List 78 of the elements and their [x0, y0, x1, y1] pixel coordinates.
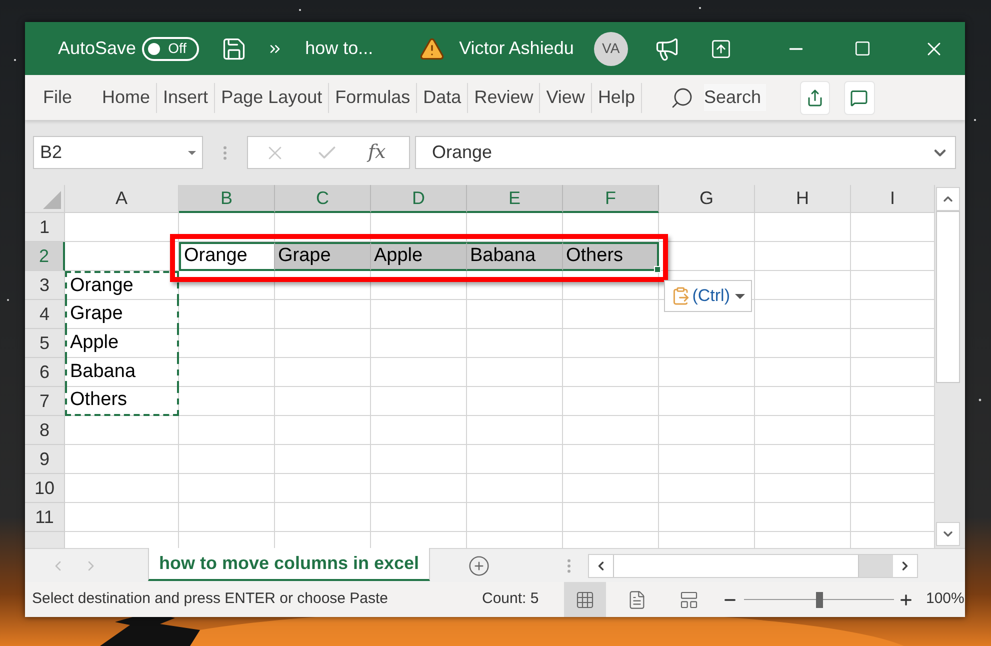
table-cell[interactable]: Apple — [65, 329, 179, 358]
comment-icon — [850, 88, 868, 106]
row-header[interactable]: 10 — [25, 474, 65, 503]
zoom-thumb[interactable] — [816, 592, 823, 608]
column-header[interactable]: B — [179, 185, 275, 213]
column-header[interactable]: D — [371, 185, 467, 213]
row-header[interactable]: 11 — [25, 503, 65, 532]
grid-icon — [575, 590, 595, 610]
column-header[interactable]: F — [563, 185, 659, 213]
comments-button[interactable] — [844, 80, 875, 114]
scroll-up-button[interactable] — [936, 187, 960, 211]
formula-field[interactable]: Orange — [415, 136, 956, 169]
table-cell[interactable]: Apple — [371, 242, 467, 271]
row-header[interactable]: 4 — [25, 300, 65, 329]
ribbon-tab[interactable]: File — [37, 84, 78, 111]
search-field[interactable]: Search — [704, 84, 766, 111]
zoom-in-icon[interactable] — [898, 592, 914, 608]
share-button[interactable] — [800, 80, 830, 114]
search-icon — [670, 86, 694, 110]
autosave-toggle[interactable]: Off — [142, 36, 200, 60]
page-break-icon — [679, 590, 699, 610]
table-cell[interactable]: Babana — [467, 242, 563, 271]
row-header[interactable]: 1 — [25, 213, 65, 242]
sheet-tab[interactable]: how to move columns in excel — [148, 548, 430, 581]
row-header[interactable]: 2 — [25, 242, 65, 271]
ribbon-tab[interactable]: Help — [592, 84, 641, 111]
save-icon[interactable] — [221, 36, 248, 62]
warning-icon — [419, 36, 446, 62]
table-cell[interactable]: Grape — [65, 300, 179, 329]
count-label: Count: 5 — [482, 590, 539, 608]
fill-handle[interactable] — [654, 266, 661, 273]
horizontal-scrollbar[interactable] — [588, 554, 918, 578]
ribbon-tab[interactable]: Page Layout — [215, 84, 328, 111]
row-header[interactable]: 8 — [25, 416, 65, 445]
user-avatar[interactable]: VA — [594, 32, 628, 66]
table-cell[interactable]: Orange — [65, 271, 179, 300]
ribbon-tab[interactable]: Home — [96, 84, 156, 111]
row-header[interactable]: 6 — [25, 358, 65, 387]
ribbon-tab[interactable]: Data — [417, 84, 468, 111]
table-cell[interactable]: Orange — [179, 242, 275, 271]
row-header[interactable]: 3 — [25, 271, 65, 300]
table-cell[interactable]: Others — [563, 242, 659, 271]
row-header[interactable]: 7 — [25, 387, 65, 416]
row-header[interactable]: 5 — [25, 329, 65, 358]
row-header[interactable]: 9 — [25, 445, 65, 474]
normal-view-button[interactable] — [564, 582, 606, 617]
ribbon-tab[interactable]: View — [540, 84, 591, 111]
page-icon — [627, 590, 647, 610]
paste-options-button[interactable]: (Ctrl) — [664, 280, 752, 312]
document-title: how to... — [305, 37, 374, 60]
maximize-icon[interactable] — [854, 40, 871, 57]
ribbon-tab[interactable]: Formulas — [329, 84, 416, 111]
table-cell[interactable]: Others — [65, 387, 179, 416]
table-cell[interactable]: Grape — [275, 242, 371, 271]
megaphone-icon[interactable] — [654, 36, 680, 62]
scroll-down-button[interactable] — [936, 522, 960, 546]
ribbon-display-icon[interactable] — [710, 38, 732, 60]
table-cell[interactable]: Babana — [65, 358, 179, 387]
scroll-thumb[interactable] — [936, 211, 960, 383]
column-header[interactable]: C — [275, 185, 371, 213]
column-header[interactable]: H — [755, 185, 851, 213]
column-header[interactable]: G — [659, 185, 755, 213]
insert-function-button[interactable]: fx — [368, 138, 386, 167]
zoom-level: 100% — [926, 589, 964, 610]
user-name: Victor Ashiedu — [459, 37, 574, 60]
autosave-label: AutoSave — [58, 37, 136, 60]
horizontal-scroll-thumb[interactable] — [613, 554, 860, 576]
share-icon — [806, 88, 824, 106]
column-header[interactable]: E — [467, 185, 563, 213]
scroll-left-button[interactable] — [589, 554, 614, 576]
name-box[interactable]: B2 — [33, 136, 203, 169]
scroll-right-button[interactable] — [893, 554, 918, 576]
status-message: Select destination and press ENTER or choose Paste — [32, 590, 388, 608]
ribbon-tab[interactable]: Insert — [157, 84, 214, 111]
ribbon-tab[interactable]: Review — [468, 84, 540, 111]
zoom-slider[interactable] — [744, 590, 894, 608]
new-sheet-icon[interactable] — [468, 554, 490, 576]
paste-icon — [671, 285, 690, 307]
